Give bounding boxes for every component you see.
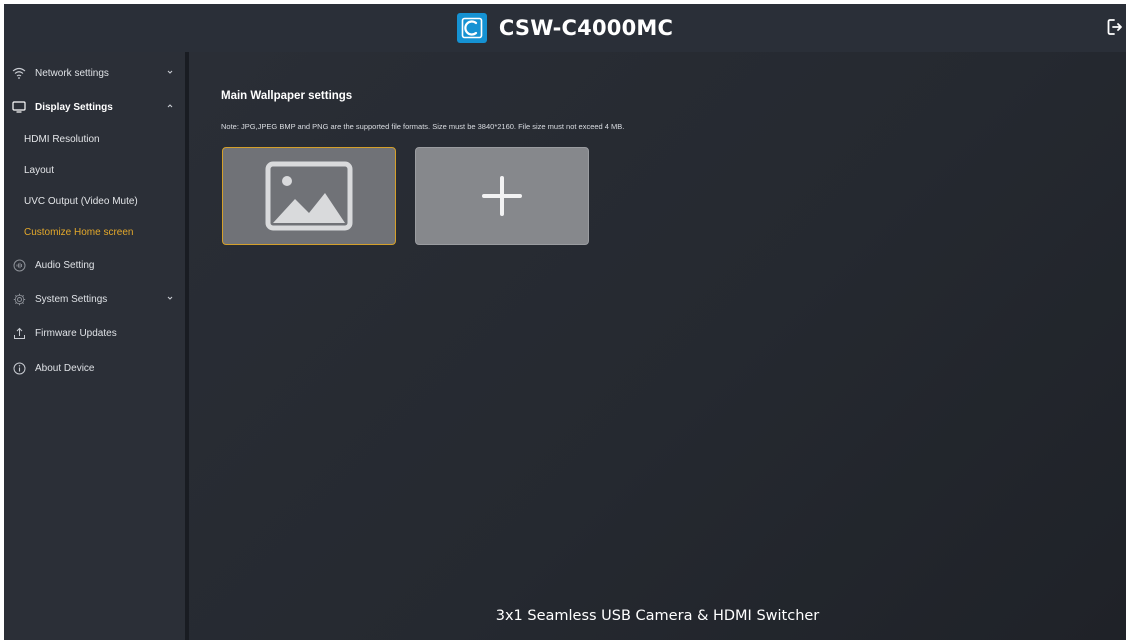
- sidebar-subitem-uvc-output[interactable]: UVC Output (Video Mute): [4, 186, 185, 216]
- sidebar-item-label: System Settings: [35, 293, 108, 305]
- info-icon: [12, 361, 26, 375]
- chevron-down-icon: [167, 70, 173, 74]
- sidebar-subitem-label: Customize Home screen: [24, 226, 134, 238]
- sidebar-item-network-settings[interactable]: Network settings: [4, 58, 185, 88]
- logout-button[interactable]: [1104, 14, 1126, 40]
- sidebar-item-label: Display Settings: [35, 101, 113, 113]
- top-header: CSW-C4000MC: [4, 4, 1126, 52]
- sidebar-item-firmware-updates[interactable]: Firmware Updates: [4, 318, 185, 348]
- brand: CSW-C4000MC: [456, 13, 674, 43]
- app-window: CSW-C4000MC Network settings Display Set…: [4, 4, 1126, 640]
- sidebar: Network settings Display Settings HDMI R…: [4, 52, 185, 640]
- wifi-icon: [12, 66, 26, 80]
- device-title: CSW-C4000MC: [498, 16, 674, 40]
- main-content: Main Wallpaper settings Note: JPG,JPEG B…: [189, 52, 1126, 640]
- sidebar-subitem-label: Layout: [24, 164, 55, 176]
- sidebar-item-label: About Device: [35, 362, 95, 374]
- sidebar-item-about-device[interactable]: About Device: [4, 353, 185, 383]
- monitor-icon: [12, 100, 26, 114]
- sidebar-subitem-label: HDMI Resolution: [24, 133, 100, 145]
- sidebar-item-display-settings[interactable]: Display Settings: [4, 92, 185, 122]
- image-icon: [265, 161, 353, 231]
- audio-icon: [12, 258, 26, 272]
- product-subtitle: 3x1 Seamless USB Camera & HDMI Switcher: [495, 608, 820, 624]
- chevron-down-icon: [167, 296, 173, 300]
- sidebar-item-label: Firmware Updates: [35, 327, 117, 339]
- sidebar-item-label: Audio Setting: [35, 259, 95, 271]
- plus-icon: [482, 176, 522, 216]
- sidebar-subitem-layout[interactable]: Layout: [4, 155, 185, 185]
- chevron-up-icon: [167, 104, 173, 108]
- wallpaper-tile[interactable]: [222, 147, 396, 245]
- upload-icon: [12, 326, 26, 340]
- brand-logo-icon: [456, 13, 487, 43]
- sidebar-item-audio-setting[interactable]: Audio Setting: [4, 250, 185, 280]
- format-note: Note: JPG,JPEG BMP and PNG are the suppo…: [221, 122, 625, 131]
- sidebar-subitem-hdmi-resolution[interactable]: HDMI Resolution: [4, 124, 185, 154]
- logout-icon: [1107, 19, 1122, 35]
- sidebar-item-label: Network settings: [35, 67, 109, 79]
- sidebar-item-system-settings[interactable]: System Settings: [4, 284, 185, 314]
- sidebar-subitem-label: UVC Output (Video Mute): [24, 195, 138, 207]
- gear-icon: [12, 292, 26, 306]
- add-wallpaper-button[interactable]: [415, 147, 589, 245]
- sidebar-subitem-customize-home-screen[interactable]: Customize Home screen: [4, 217, 185, 247]
- section-title: Main Wallpaper settings: [221, 90, 353, 102]
